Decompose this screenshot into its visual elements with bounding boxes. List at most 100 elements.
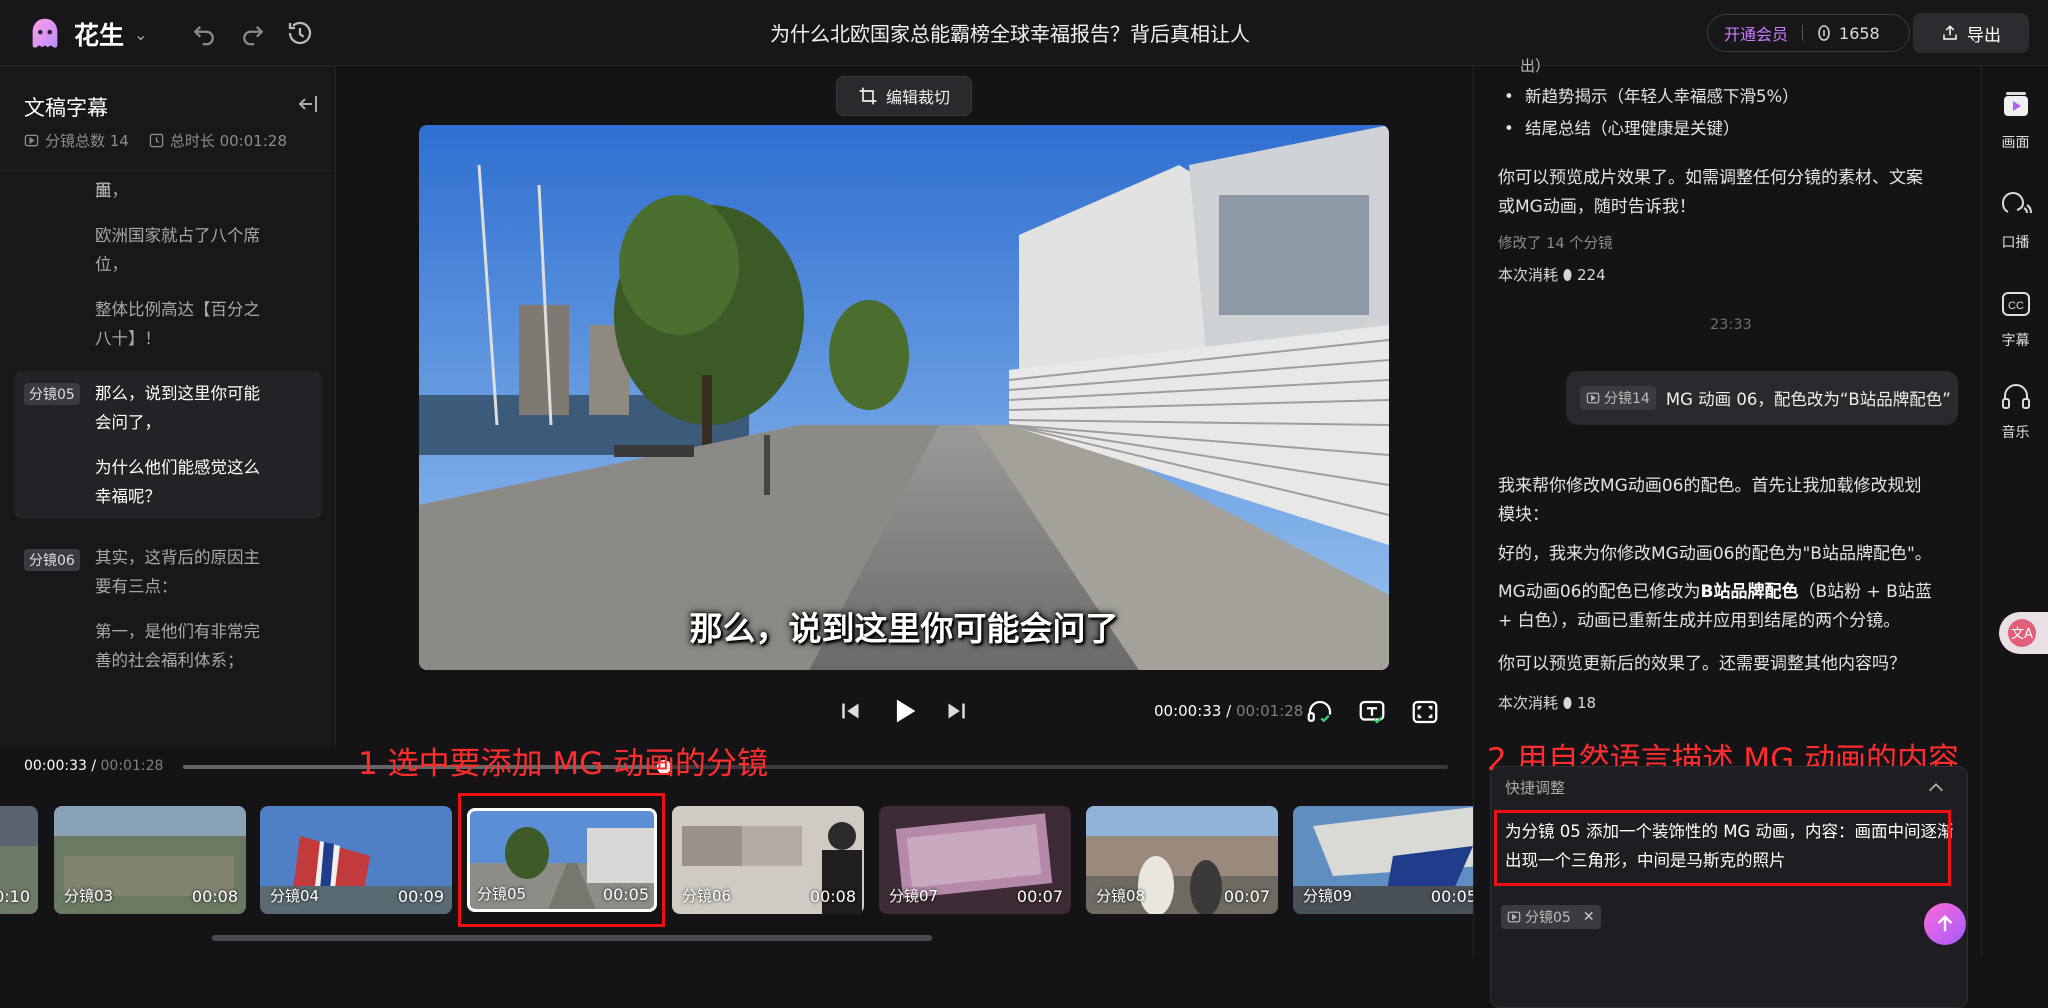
membership-pill[interactable]: 开通会员 1658 <box>1707 14 1910 52</box>
prompt-input[interactable]: 为分镜 05 添加一个装饰性的 MG 动画，内容：画面中间逐渐出现一个三角形，中… <box>1505 817 1955 887</box>
quick-adjust-box: 快捷调整 为分镜 05 添加一个装饰性的 MG 动画，内容：画面中间逐渐出现一个… <box>1490 766 1968 1008</box>
clock-icon <box>149 133 164 148</box>
translate-floating-button[interactable]: 文A <box>1999 612 2048 654</box>
rail-label: 画面 <box>2001 135 2030 151</box>
assistant-message: 你可以预览更新后的效果了。还需要调整其他内容吗？ <box>1498 654 1906 674</box>
segment-line[interactable]: 第一，是他们有非常完 善的社会福利体系； <box>14 617 322 683</box>
cost-label: 本次消耗 <box>1498 694 1559 712</box>
current-time: 00:00:33 <box>1154 702 1222 720</box>
right-tool-rail: 画面 口播 CC 字幕 音乐 <box>1981 66 2048 957</box>
rail-item-visual[interactable]: 画面 <box>1982 88 2048 152</box>
segment-tag: 分镜06 <box>24 549 80 571</box>
clip-thumbnail[interactable]: 分镜04 00:09 <box>260 806 452 914</box>
line-text: 欧洲国家就占了八个席 <box>95 226 260 245</box>
chat-partial-line: 出） <box>1520 57 1551 75</box>
close-icon[interactable]: ✕ <box>1583 909 1595 925</box>
line-text: 那么，说到这里你可能 <box>95 384 260 403</box>
line-text: 八十】！ <box>95 329 161 348</box>
modified-note: 修改了 14 个分镜 <box>1498 236 1613 252</box>
coin-icon: ⬮ <box>1562 266 1573 284</box>
line-text: 位， <box>95 255 128 274</box>
rail-item-voiceover[interactable]: 口播 <box>1982 188 2048 252</box>
headphones-icon <box>2001 384 2030 409</box>
quick-adjust-title: 快捷调整 <box>1505 779 1566 797</box>
edit-crop-button[interactable]: 编辑裁切 <box>836 76 972 116</box>
history-icon[interactable] <box>285 18 315 48</box>
assistant-message: 你可以预览成片效果了。如需调整任何分镜的素材、文案或MG动画，随时告诉我！ <box>1498 168 1923 217</box>
line-text: 面， <box>95 181 128 200</box>
subtitle-check-icon[interactable] <box>1357 697 1387 727</box>
send-button[interactable] <box>1924 903 1966 945</box>
app-name: 花生 <box>74 21 125 50</box>
vip-link[interactable]: 开通会员 <box>1708 21 1788 45</box>
segment-line[interactable]: 欧洲国家就占了八个席 位， <box>14 221 322 287</box>
user-message-bubble: 分镜14 MG 动画 06，配色改为“B站品牌配色” <box>1566 371 1958 425</box>
total-duration: 总时长 00:01:28 <box>169 132 287 150</box>
bullet-text: 新趋势揭示（年轻人幸福感下滑5%） <box>1524 87 1799 106</box>
collapse-panel-icon[interactable] <box>296 92 320 116</box>
clip-label: 分镜04 <box>270 887 320 905</box>
script-panel: 文稿字幕 分镜总数 14 总时长 00:01:28 在幸福榜单前十的国家里 面，… <box>0 66 336 746</box>
clip-thumbnail[interactable]: 分镜03 00:08 <box>54 806 246 914</box>
coin-icon <box>1818 25 1830 41</box>
assistant-message: 我来帮你修改MG动画06的配色。首先让我加载修改规划模块： <box>1498 476 1922 525</box>
line-text: 第一，是他们有非常完 <box>95 622 260 641</box>
crop-icon <box>859 87 877 105</box>
chevron-down-icon: ⌄ <box>134 24 148 44</box>
bullet-text: 结尾总结（心理健康是关键） <box>1524 119 1740 138</box>
attached-segment: 分镜05 ✕ <box>1501 905 1601 929</box>
fullscreen-icon[interactable] <box>1410 697 1440 727</box>
cost-value: 224 <box>1577 266 1606 284</box>
play-icon[interactable] <box>887 694 921 728</box>
annotation-step-1: 1 选中要添加 MG 动画的分镜 <box>358 746 769 782</box>
clip-strip: 0:10 分镜03 00:08 分镜04 00:09 分镜05 00:05 分镜… <box>0 806 1473 914</box>
assistant-message: 好的，我来为你修改MG动画06的配色为"B站品牌配色"。 <box>1498 544 1932 564</box>
clip-duration: 00:05 <box>602 885 649 904</box>
undo-icon[interactable] <box>189 18 219 48</box>
translate-icon: 文A <box>2008 619 2036 647</box>
clip-thumbnail-selected[interactable]: 分镜05 00:05 <box>467 808 657 912</box>
rail-item-music[interactable]: 音乐 <box>1982 378 2048 442</box>
line-text: 其实，这背后的原因主 <box>95 548 260 567</box>
redo-icon[interactable] <box>238 18 268 48</box>
next-icon[interactable] <box>941 696 971 726</box>
clip-thumbnail[interactable]: 分镜09 00:05 <box>1293 806 1473 914</box>
clip-thumbnail[interactable]: 分镜06 00:08 <box>672 806 864 914</box>
clip-thumbnail[interactable]: 分镜08 00:07 <box>1086 806 1278 914</box>
video-subtitle: 那么，说到这里你可能会问了 <box>689 609 1119 648</box>
clip-duration: 00:07 <box>1223 887 1270 906</box>
video-frame-scene <box>419 125 1389 670</box>
assistant-message: MG动画06的配色已修改为B站品牌配色（B站粉 + B站蓝 + 白色），动画已重… <box>1498 578 1938 636</box>
cost-label: 本次消耗 <box>1498 266 1559 284</box>
segment-icon <box>1507 911 1521 923</box>
segment-05-active[interactable]: 分镜05 那么，说到这里你可能 会问了， 为什么他们能感觉这么 幸福呢？ <box>14 371 322 519</box>
total-time: 00:01:28 <box>1235 702 1304 720</box>
export-button[interactable]: 导出 <box>1913 13 2029 53</box>
clip-label: 分镜07 <box>889 887 939 905</box>
cost-line: 本次消耗 ⬮ 224 <box>1498 264 1606 285</box>
previous-icon[interactable] <box>836 696 866 726</box>
segment-chip[interactable]: 分镜14 <box>1580 386 1656 410</box>
panel-title: 文稿字幕 <box>24 96 108 120</box>
svg-text:文A: 文A <box>2011 627 2033 642</box>
clip-thumbnail[interactable]: 0:10 <box>0 806 38 914</box>
rail-item-subtitles[interactable]: CC 字幕 <box>1982 286 2048 350</box>
visual-icon <box>2003 92 2028 116</box>
rail-label: 音乐 <box>2001 425 2030 441</box>
clip-thumbnail[interactable]: 分镜07 00:07 <box>879 806 1071 914</box>
segment-06[interactable]: 分镜06 其实，这背后的原因主 要有三点： <box>14 543 322 609</box>
segment-line[interactable]: 在幸福榜单前十的国家里 面， <box>14 171 322 217</box>
segment-line[interactable]: 整体比例高达【百分之 八十】！ <box>14 295 322 361</box>
segment-chip[interactable]: 分镜05 ✕ <box>1501 905 1601 929</box>
timeline-scrollbar[interactable] <box>212 935 932 941</box>
divider <box>1802 25 1804 41</box>
project-title[interactable]: 为什么北欧国家总能霸榜全球幸福报告？背后真相让人 <box>700 18 1320 50</box>
rail-label: 口播 <box>2001 235 2030 251</box>
app-logo[interactable]: 花生 ⌄ <box>26 15 147 53</box>
video-preview[interactable]: 那么，说到这里你可能会问了 <box>419 125 1389 670</box>
chevron-up-icon[interactable] <box>1925 777 1947 799</box>
timeline-total: 00:01:28 <box>100 758 164 774</box>
cost-line: 本次消耗 ⬮ 18 <box>1498 692 1596 713</box>
segment-tag: 分镜05 <box>24 383 80 405</box>
voice-check-icon[interactable] <box>1305 697 1335 727</box>
